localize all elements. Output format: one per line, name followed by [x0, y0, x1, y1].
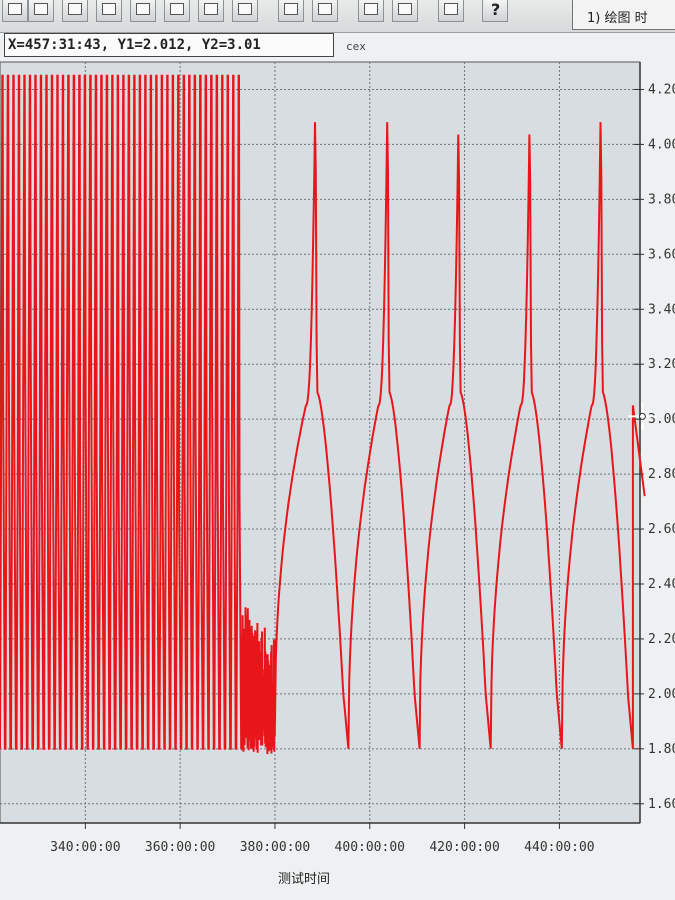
y-tick-label: 2.00 [648, 687, 675, 702]
y-tick-label: 2.60 [648, 522, 675, 537]
x-tick-label: 400:00:00 [335, 840, 405, 855]
y-tick-label: 4.20 [648, 82, 675, 97]
y-tick-label: 3.00 [648, 412, 675, 427]
y-tick-label: 1.80 [648, 742, 675, 757]
y-tick-label: 4.00 [648, 137, 675, 152]
y-tick-label: 3.80 [648, 192, 675, 207]
y-tick-label: 1.60 [648, 797, 675, 812]
y-tick-label: 3.40 [648, 302, 675, 317]
y-tick-label: 2.80 [648, 467, 675, 482]
y-tick-label: 3.60 [648, 247, 675, 262]
y-tick-label: 2.40 [648, 577, 675, 592]
x-axis-title: 测试时间 [278, 872, 330, 887]
y-tick-label: 2.20 [648, 632, 675, 647]
x-tick-label: 360:00:00 [145, 840, 215, 855]
chart: 1.60 1.80 2.00 2.20 2.40 2.60 2.80 3.00 3.20 3.40… [0, 61, 675, 887]
x-axis: 340:00:00 360:00:00 380:00:00 400:00:00 420:… [0, 822, 640, 855]
x-tick-label: 420:00:00 [429, 840, 499, 855]
y-tick-label: 3.20 [648, 357, 675, 372]
x-tick-label: 380:00:00 [240, 840, 310, 855]
y-axis: 1.60 1.80 2.00 2.20 2.40 2.60 2.80 3.00 3.20 3.40… [634, 62, 675, 823]
x-tick-label: 340:00:00 [50, 840, 120, 855]
x-tick-label: 440:00:00 [524, 840, 594, 855]
